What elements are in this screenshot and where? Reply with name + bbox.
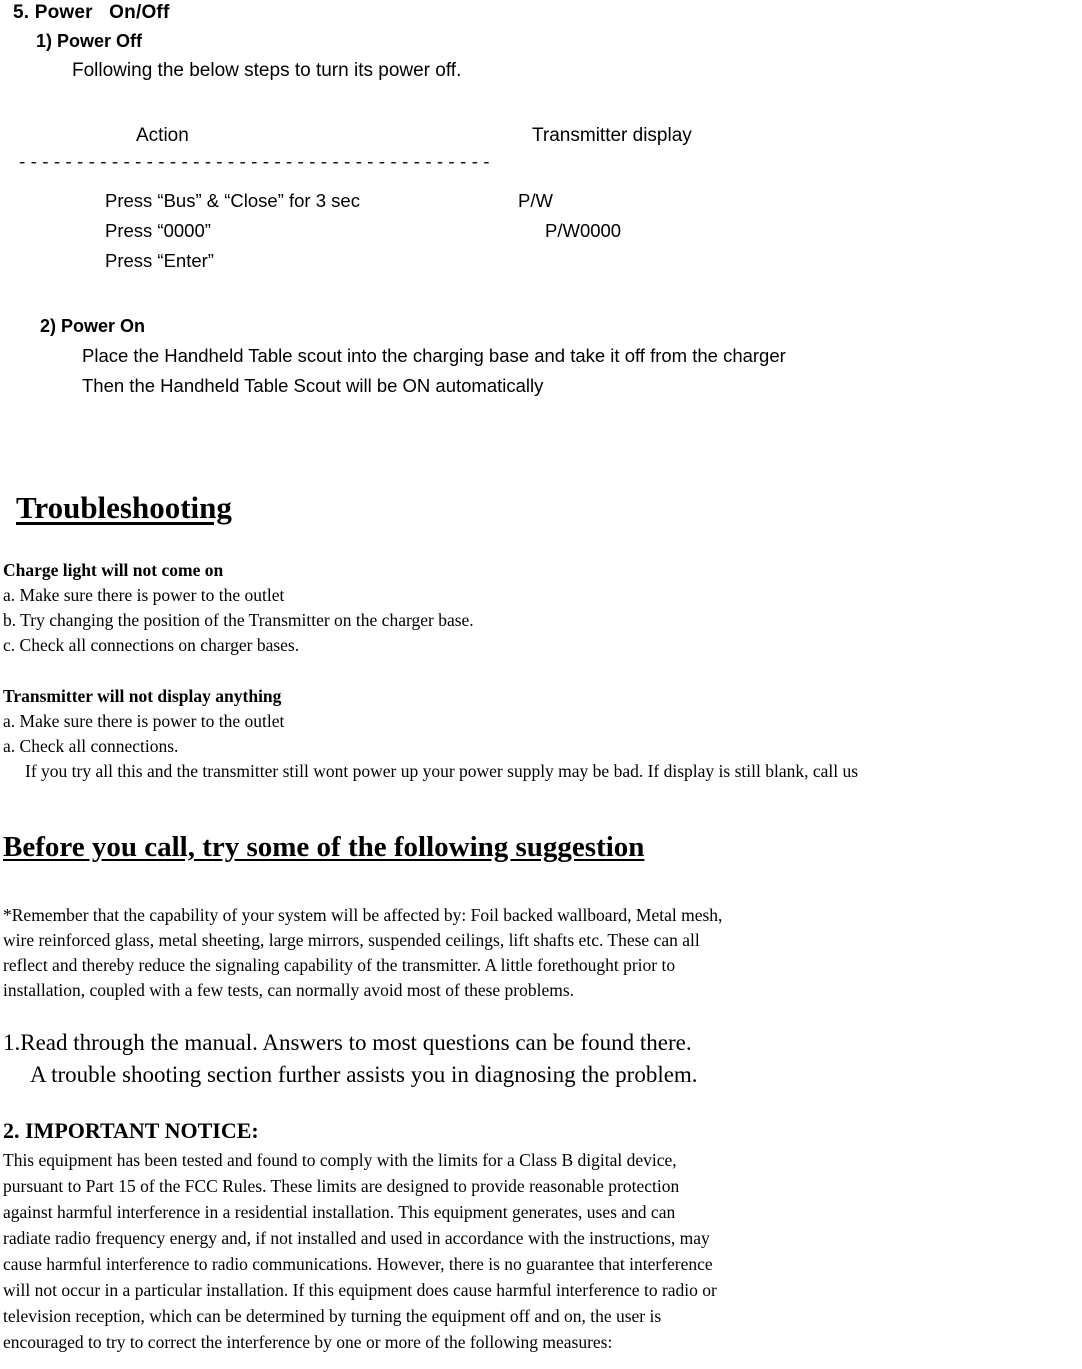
important-notice-line-2: pursuant to Part 15 of the FCC Rules. Th… [3, 1176, 680, 1196]
table-row-2-display: P/W0000 [545, 220, 622, 241]
important-notice-line-8: encouraged to try to correct the interfe… [3, 1332, 613, 1352]
troubleshooting-group-1-item-a: a. Make sure there is power to the outle… [3, 585, 285, 605]
troubleshooting-group-1-title: Charge light will not come on [3, 560, 224, 580]
section-5-heading: 5. Power On/Off [13, 2, 170, 23]
table-header-action: Action [136, 125, 189, 146]
important-notice-line-5: cause harmful interference to radio comm… [3, 1254, 713, 1274]
remember-paragraph-line-4: installation, coupled with a few tests, … [3, 980, 575, 1000]
before-you-call-heading: Before you call, try some of the followi… [3, 831, 645, 863]
troubleshooting-group-2-item-a1: a. Make sure there is power to the outle… [3, 711, 285, 731]
remember-paragraph-line-2: wire reinforced glass, metal sheeting, l… [3, 930, 700, 950]
troubleshooting-group-2-item-a2: a. Check all connections. [3, 736, 179, 756]
suggestion-item-1-line-2: A trouble shooting section further assis… [30, 1062, 698, 1087]
remember-paragraph-line-3: reflect and thereby reduce the signaling… [3, 955, 676, 975]
power-on-line-1: Place the Handheld Table scout into the … [82, 345, 786, 366]
important-notice-heading: 2. IMPORTANT NOTICE: [3, 1118, 259, 1143]
table-row-1-action: Press “Bus” & “Close” for 3 sec [105, 190, 360, 211]
important-notice-line-6: will not occur in a particular installat… [3, 1280, 717, 1300]
table-row-1-display: P/W [518, 190, 553, 211]
table-row-2-action: Press “0000” [105, 220, 211, 241]
section-5-2-heading: 2) Power On [40, 316, 146, 336]
power-off-intro: Following the below steps to turn its po… [72, 60, 462, 81]
important-notice-line-3: against harmful interference in a reside… [3, 1202, 676, 1222]
important-notice-line-7: television reception, which can be deter… [3, 1306, 662, 1326]
table-divider: - - - - - - - - - - - - - - - - - - - - … [19, 152, 490, 173]
section-5-1-heading: 1) Power Off [36, 31, 143, 51]
troubleshooting-group-2-title: Transmitter will not display anything [3, 686, 282, 706]
remember-paragraph-line-1: *Remember that the capability of your sy… [3, 905, 723, 925]
document-page: 5. Power On/Off 1) Power Off Following t… [0, 0, 1082, 1369]
important-notice-line-4: radiate radio frequency energy and, if n… [3, 1228, 710, 1248]
table-row-3-action: Press “Enter” [105, 250, 214, 271]
suggestion-item-1-line-1: 1.Read through the manual. Answers to mo… [3, 1030, 692, 1055]
power-on-line-2: Then the Handheld Table Scout will be ON… [82, 375, 544, 396]
troubleshooting-group-1-item-c: c. Check all connections on charger base… [3, 635, 300, 655]
troubleshooting-heading: Troubleshooting [16, 490, 232, 525]
table-header-transmitter-display: Transmitter display [532, 125, 692, 146]
troubleshooting-group-2-note: If you try all this and the transmitter … [25, 761, 859, 781]
troubleshooting-group-1-item-b: b. Try changing the position of the Tran… [3, 610, 474, 630]
important-notice-line-1: This equipment has been tested and found… [3, 1150, 677, 1170]
